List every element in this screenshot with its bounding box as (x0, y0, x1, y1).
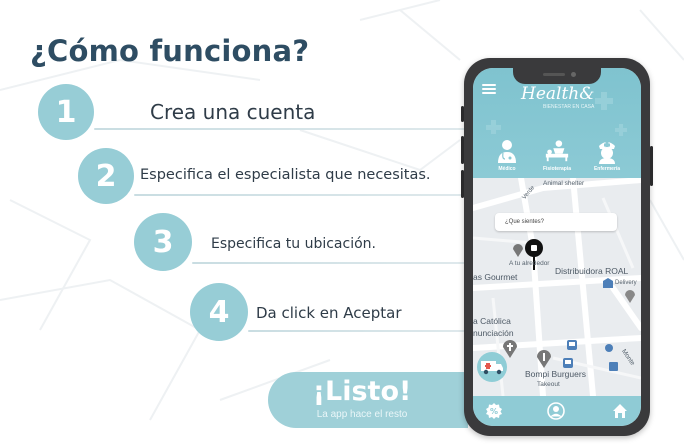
phone-side-button-left-2 (461, 136, 464, 164)
svg-text:%: % (490, 407, 498, 416)
nurse-icon (594, 138, 620, 164)
map-label-anunciacion: nunciación (473, 328, 514, 338)
step-number-4: 4 (190, 283, 248, 341)
store-icon (609, 362, 618, 371)
step-rule-1 (94, 128, 466, 130)
symptom-search-input[interactable]: ¿Que sientes? (495, 213, 617, 231)
step-rule-3 (192, 262, 466, 264)
discount-icon[interactable]: % (485, 402, 503, 420)
phone-mockup: Health& BIENESTAR EN CASA Médico Fisiote… (461, 58, 653, 436)
church-marker-icon (503, 340, 517, 358)
map-marker-icon (605, 344, 613, 352)
phone-side-button-left-1 (461, 106, 464, 122)
phone-side-button-right (650, 146, 653, 186)
app-logo: Health& (521, 84, 595, 104)
category-label: Fisioterapia (542, 166, 572, 172)
bus-stop-icon (567, 340, 577, 350)
category-enfermeria[interactable]: Enfermería (585, 138, 629, 172)
step-text-2: Especifica el especialista que necesitas… (140, 167, 431, 183)
category-label: Enfermería (593, 166, 621, 172)
map-marker-icon (625, 290, 635, 303)
bottom-nav: % (473, 396, 641, 426)
store-icon (603, 278, 613, 288)
listo-button[interactable]: ¡Listo! La app hace el resto (268, 372, 468, 428)
step-number-3: 3 (134, 213, 192, 271)
massage-icon (544, 138, 570, 164)
listo-label: ¡Listo! (312, 376, 412, 407)
bus-stop-icon (563, 358, 573, 368)
map-label-takeout: Takeout (537, 381, 560, 388)
ambulance-button[interactable] (477, 352, 507, 382)
ambulance-icon (481, 361, 503, 375)
step-number-1: 1 (38, 84, 94, 140)
doctor-icon (494, 138, 520, 164)
page-title: ¿Cómo funciona? (30, 34, 310, 68)
map-label-distribuidora: Distribuidora ROAL (555, 266, 629, 276)
phone-side-button-left-3 (461, 170, 464, 198)
map-label-animal-shelter: Animal shelter (543, 180, 585, 187)
step-text-4: Da click en Aceptar (256, 304, 402, 322)
phone-screen: Health& BIENESTAR EN CASA Médico Fisiote… (473, 68, 641, 426)
profile-icon[interactable] (547, 402, 565, 420)
step-rule-4 (248, 330, 466, 332)
restaurant-marker-icon (537, 350, 551, 368)
category-label: Médico (498, 166, 516, 172)
step-text-3: Especifica tu ubicación. (211, 236, 376, 252)
app-logo-subtitle: BIENESTAR EN CASA (543, 104, 595, 110)
map-marker-icon (513, 244, 523, 257)
map-label-catolica: a Católica (473, 316, 511, 326)
phone-notch (513, 68, 601, 84)
home-icon[interactable] (611, 402, 629, 420)
hamburger-menu-icon[interactable] (482, 84, 496, 94)
category-medico[interactable]: Médico (485, 138, 529, 172)
step-number-2: 2 (78, 148, 134, 204)
map-label-gourmet: as Gourmet (473, 272, 518, 282)
step-rule-2 (134, 194, 466, 196)
step-text-1: Crea una cuenta (150, 100, 316, 124)
listo-sublabel: La app hace el resto (316, 409, 408, 420)
map-label-bompi: Bompi Burguers (525, 369, 586, 379)
map-label-delivery: Delivery (615, 280, 637, 286)
category-fisioterapia[interactable]: Fisioterapia (535, 138, 579, 172)
app-header: Health& BIENESTAR EN CASA Médico Fisiote… (473, 68, 641, 178)
map-label-tu-alrededor: A tu alrededor (509, 260, 550, 267)
